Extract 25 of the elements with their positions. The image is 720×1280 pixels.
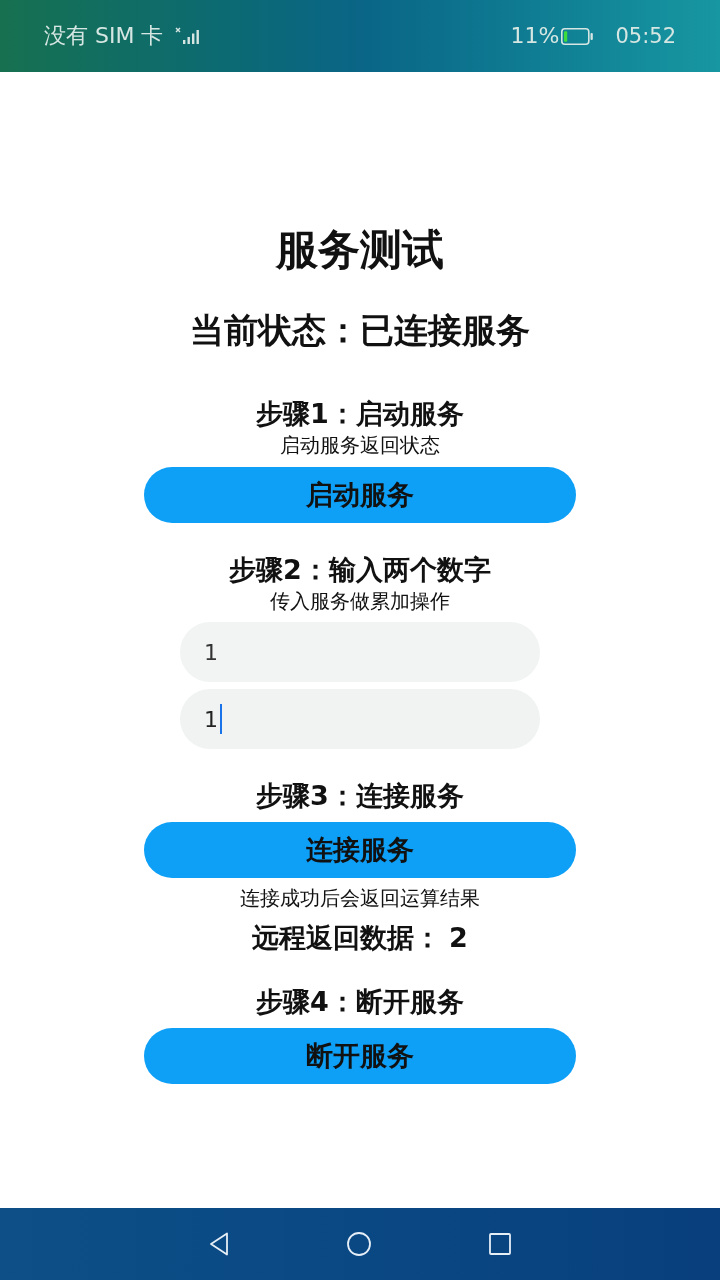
back-icon[interactable] [209,1232,229,1256]
carrier-text: 没有 SIM 卡 [44,25,164,47]
recent-apps-icon[interactable] [489,1233,511,1255]
action-button[interactable]: 启动服务 [144,467,576,523]
step-heading: 步骤1：启动服务 [256,397,464,431]
number-input-field[interactable]: 1 [180,622,540,682]
step-description: 传入服务做累加操作 [270,588,450,614]
action-button[interactable]: 连接服务 [144,822,576,878]
result-note: 连接成功后会返回运算结果 [240,885,480,911]
action-button[interactable]: 断开服务 [144,1028,576,1084]
signal-icon [175,27,202,45]
page-title: 服务测试 [276,224,444,276]
step-heading: 步骤3：连接服务 [256,779,464,813]
text-cursor-icon [220,704,222,734]
home-icon[interactable] [347,1232,371,1256]
number-input-field[interactable]: 1 [180,689,540,749]
step-description: 启动服务返回状态 [280,432,440,458]
battery-icon [561,27,594,45]
connection-status: 当前状态：已连接服务 [190,309,530,352]
result-label: 远程返回数据： [252,921,442,955]
clock-time: 05:52 [615,25,676,47]
step-heading: 步骤4：断开服务 [256,985,464,1019]
step-heading: 步骤2：输入两个数字 [229,553,491,587]
battery-percent: 11% [510,25,560,47]
result-value: 2 [449,921,468,955]
